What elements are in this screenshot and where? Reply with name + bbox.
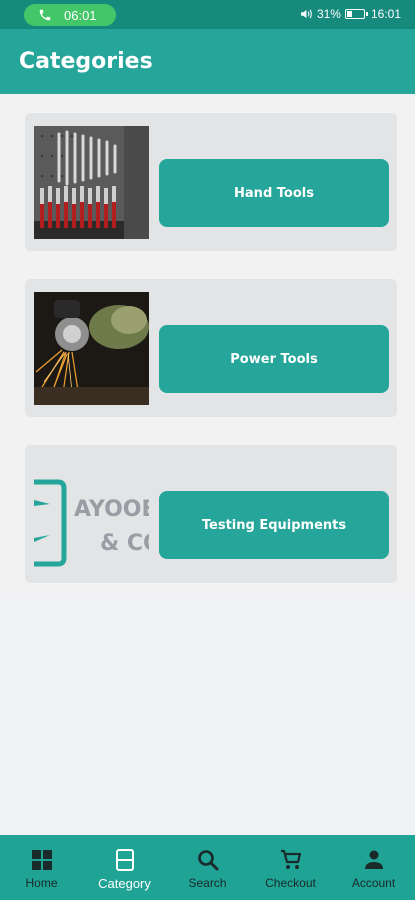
battery-percent: 31% [316,7,341,21]
page-title: Categories [19,49,153,74]
clock: 16:01 [370,7,401,21]
battery-icon [344,9,368,19]
power-tools-button[interactable]: Power Tools [159,325,389,393]
home-grid-icon [31,850,52,870]
status-indicators: 31% 16:01 [300,7,401,21]
nav-home-label: Home [25,876,58,890]
status-bar: 06:01 31% 16:01 [0,0,415,29]
speaker-icon [301,9,312,19]
power-tools-image [34,292,149,405]
category-icon [115,849,134,871]
category-card-hand-tools[interactable]: Hand Tools [25,113,397,251]
call-duration: 06:01 [64,7,97,23]
nav-account[interactable]: Account [332,835,415,900]
ongoing-call-pill[interactable]: 06:01 [24,4,116,26]
testing-equipments-button[interactable]: Testing Equipments [159,491,389,559]
category-card-testing-equipments[interactable]: AYOOB & CO Testing Equipments [25,445,397,583]
logo-line-2: & CO [100,531,149,556]
app-bar: Categories [0,29,415,94]
hand-tools-button[interactable]: Hand Tools [159,159,389,227]
logo-line-1: AYOOB [74,497,149,522]
search-icon [197,850,218,871]
bottom-nav: Home Category Search Checkout Account [0,835,415,900]
nav-category[interactable]: Category [83,835,166,900]
category-list: Hand Tools Power Tools AYOO & C Testing … [0,94,415,594]
hand-tools-image [34,126,149,239]
nav-checkout[interactable]: Checkout [249,835,332,900]
nav-checkout-label: Checkout [265,876,316,890]
category-card-power-tools[interactable]: Power Tools [25,279,397,417]
phone-icon [39,9,51,21]
nav-category-label: Category [98,876,151,891]
cart-icon [280,849,301,869]
account-icon [364,850,383,869]
ayoob-logo-image: AYOOB & CO [34,458,149,571]
nav-home[interactable]: Home [0,835,83,900]
nav-account-label: Account [351,876,396,890]
nav-search[interactable]: Search [166,835,249,900]
nav-search-label: Search [188,876,227,890]
